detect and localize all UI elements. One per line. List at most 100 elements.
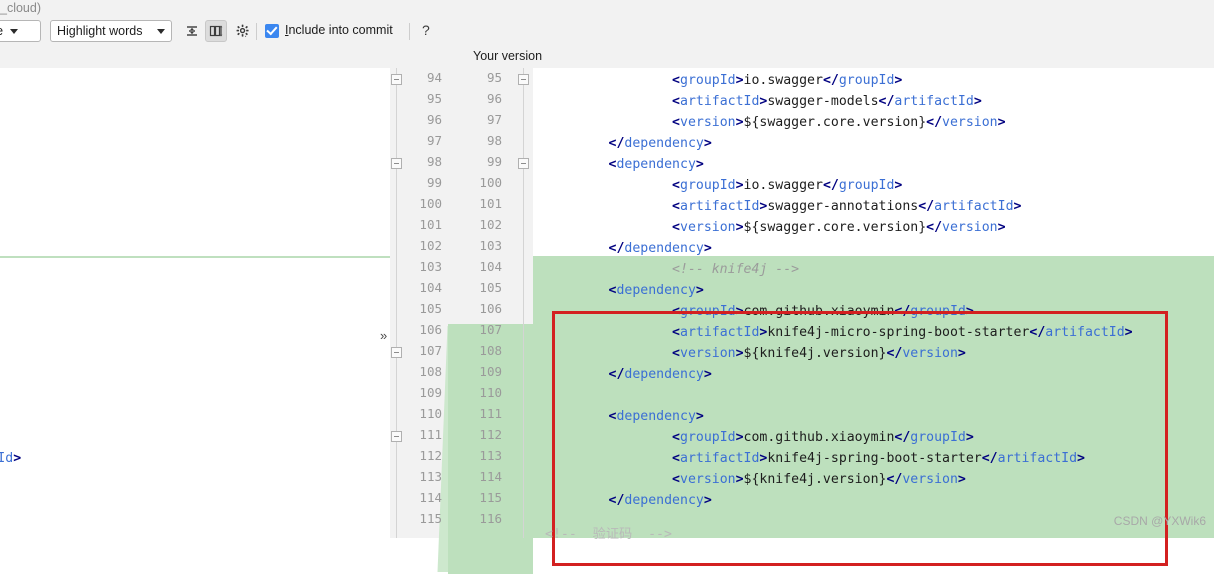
- your-version-editor[interactable]: <groupId>io.swagger</groupId> <artifactI…: [533, 68, 1214, 538]
- line-number-left: 104: [419, 280, 442, 295]
- diff-toolbar: ore Highlight words: [0, 17, 1214, 45]
- line-number-right: 111: [479, 406, 502, 421]
- their-version-editor[interactable]: factId></version>/artifactId></version>u…: [0, 68, 390, 538]
- fold-marker-icon[interactable]: [391, 158, 402, 169]
- line-number-right: 99: [486, 154, 502, 169]
- code-line: <artifactId>knife4j-micro-spring-boot-st…: [672, 325, 1133, 340]
- toolbar-separator: [256, 23, 257, 40]
- code-line: <groupId>io.swagger</groupId>: [672, 178, 903, 193]
- window-title-bar: _cloud): [0, 0, 1214, 17]
- fold-marker-icon[interactable]: [391, 431, 402, 442]
- chevron-down-icon: [157, 28, 165, 34]
- line-number-right: 100: [479, 175, 502, 190]
- line-number-left: 102: [419, 238, 442, 253]
- clipped-bottom-code-line: <!-- 验证码 -->: [545, 527, 672, 542]
- line-number-right: 115: [479, 490, 502, 505]
- line-number-left: 112: [419, 448, 442, 463]
- line-number-left: 96: [426, 112, 442, 127]
- code-line: </dependency>: [608, 241, 712, 256]
- help-button[interactable]: ?: [422, 22, 430, 38]
- code-line: </dependency>: [608, 136, 712, 151]
- code-line: <artifactId>swagger-annotations</artifac…: [672, 199, 1022, 214]
- code-line: </dependency>: [608, 493, 712, 508]
- scope-dropdown-label: ore: [0, 24, 3, 38]
- line-number-left: 113: [419, 469, 442, 484]
- line-number-left: 95: [426, 91, 442, 106]
- line-number-left: 101: [419, 217, 442, 232]
- line-number-right: 96: [486, 91, 502, 106]
- your-version-title: Your version: [473, 49, 543, 63]
- line-number-right: 116: [479, 511, 502, 526]
- code-line: <artifactId>swagger-models</artifactId>: [672, 94, 982, 109]
- line-number-right: 98: [486, 133, 502, 148]
- line-number-left: 107: [419, 343, 442, 358]
- synchronize-scrolling-icon: [209, 25, 223, 37]
- line-number-right: 108: [479, 343, 502, 358]
- fold-marker-icon[interactable]: [518, 74, 529, 85]
- line-number-left: 110: [419, 406, 442, 421]
- line-number-right: 113: [479, 448, 502, 463]
- highlight-mode-label: Highlight words: [57, 24, 143, 38]
- line-number-right: 104: [479, 259, 502, 274]
- change-divider-line: [0, 256, 390, 258]
- code-line: <groupId>io.swagger</groupId>: [672, 73, 903, 88]
- code-line: <artifactId>knife4j-spring-boot-starter<…: [672, 451, 1085, 466]
- fold-marker-icon[interactable]: [518, 158, 529, 169]
- line-number-right: 95: [486, 70, 502, 85]
- line-number-left: 111: [419, 427, 442, 442]
- include-into-commit-text: nclude into commit: [288, 23, 393, 37]
- chevron-down-icon: [10, 28, 19, 34]
- code-line: </dependency>: [608, 367, 712, 382]
- line-number-left: 97: [426, 133, 442, 148]
- accept-change-chevron-icon[interactable]: »: [380, 328, 387, 343]
- line-number-left: 103: [419, 259, 442, 274]
- code-line: <groupId>com.github.xiaoymin</groupId>: [672, 304, 974, 319]
- pane-header-band: [0, 45, 1214, 68]
- line-number-right: 106: [479, 301, 502, 316]
- collapse-unchanged-fragments-button[interactable]: [181, 20, 203, 42]
- line-number-right: 112: [479, 427, 502, 442]
- line-number-right: 102: [479, 217, 502, 232]
- code-line: <version>${swagger.core.version}</versio…: [672, 115, 1006, 130]
- line-number-left: 105: [419, 301, 442, 316]
- line-number-right: 97: [486, 112, 502, 127]
- line-number-right: 109: [479, 364, 502, 379]
- code-line: <version>${knife4j.version}</version>: [672, 472, 966, 487]
- fold-marker-icon[interactable]: [391, 74, 402, 85]
- line-number-left: 115: [419, 511, 442, 526]
- code-line: <dependency>: [608, 157, 704, 172]
- line-number-left: 98: [426, 154, 442, 169]
- gutter-rule: [523, 68, 524, 538]
- line-number-left: 114: [419, 490, 442, 505]
- gear-icon: [236, 24, 249, 37]
- code-line: <dependency>: [608, 409, 704, 424]
- code-line: re</artifactId>: [0, 451, 22, 466]
- line-number-right: 114: [479, 469, 502, 484]
- include-into-commit-checkbox[interactable]: [265, 24, 279, 38]
- scope-dropdown[interactable]: ore: [0, 20, 41, 42]
- toolbar-separator: [409, 23, 410, 40]
- line-number-left: 106: [419, 322, 442, 337]
- settings-button[interactable]: [232, 20, 254, 42]
- line-number-left: 109: [419, 385, 442, 400]
- code-line: <!-- knife4j -->: [672, 262, 800, 277]
- line-number-left: 108: [419, 364, 442, 379]
- line-number-left: 94: [426, 70, 442, 85]
- line-number-right: 107: [479, 322, 502, 337]
- line-number-left: 100: [419, 196, 442, 211]
- diff-editors: factId></version>/artifactId></version>u…: [0, 68, 1214, 574]
- code-line: <version>${knife4j.version}</version>: [672, 346, 966, 361]
- watermark: CSDN @YXWik6: [1113, 514, 1206, 528]
- collapse-unchanged-fragments-icon: [187, 26, 197, 36]
- highlight-mode-dropdown[interactable]: Highlight words: [50, 20, 172, 42]
- line-number-right: 103: [479, 238, 502, 253]
- code-line: <version>${swagger.core.version}</versio…: [672, 220, 1006, 235]
- line-number-right: 110: [479, 385, 502, 400]
- synchronize-scrolling-button[interactable]: [205, 20, 227, 42]
- line-number-left: 99: [426, 175, 442, 190]
- line-number-right: 101: [479, 196, 502, 211]
- fold-marker-icon[interactable]: [391, 347, 402, 358]
- line-number-right: 105: [479, 280, 502, 295]
- code-line: <dependency>: [608, 283, 704, 298]
- include-into-commit-label[interactable]: Include into commit: [285, 23, 393, 37]
